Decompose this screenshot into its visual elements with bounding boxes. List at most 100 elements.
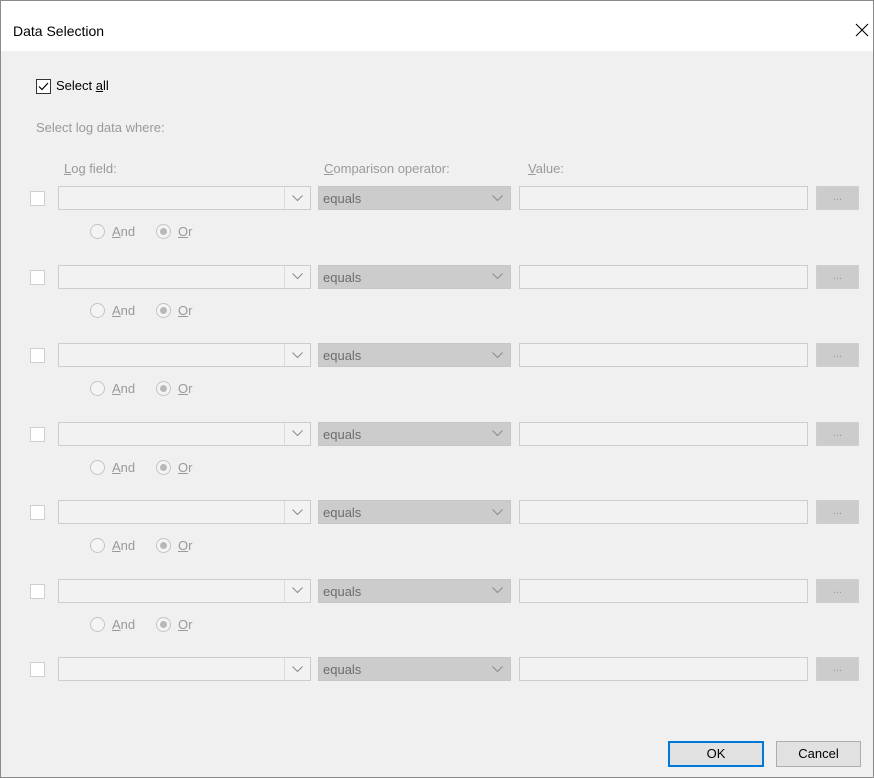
- row-enable-checkbox[interactable]: [30, 662, 45, 677]
- and-radio[interactable]: [90, 302, 105, 318]
- select-all-label[interactable]: Select all: [56, 78, 109, 93]
- and-radio[interactable]: [90, 224, 105, 239]
- comparison-operator-select[interactable]: equals: [318, 500, 511, 524]
- or-rest: r: [188, 302, 193, 318]
- and-rest: nd: [120, 538, 136, 553]
- or-accel: O: [178, 224, 189, 239]
- comparison-operator-select[interactable]: equals: [318, 421, 511, 446]
- and-radio[interactable]: [90, 616, 105, 632]
- browse-value-button[interactable]: ...: [816, 578, 859, 603]
- and-radio-label[interactable]: And: [112, 224, 135, 239]
- comparison-operator-value: equals: [323, 505, 362, 520]
- or-rest: r: [188, 538, 193, 553]
- browse-value-button[interactable]: ...: [816, 186, 859, 210]
- comparison-operator-select[interactable]: equals: [318, 578, 511, 603]
- log-field-combobox[interactable]: [58, 421, 311, 446]
- or-radio-label[interactable]: Or: [178, 538, 192, 553]
- value-input[interactable]: [519, 578, 808, 603]
- chevron-down-icon[interactable]: [285, 266, 310, 288]
- radio-selected-dot: [160, 620, 167, 628]
- and-radio-label[interactable]: And: [112, 538, 135, 553]
- or-radio[interactable]: [156, 538, 171, 553]
- chevron-down-icon[interactable]: [485, 658, 510, 680]
- log-field-combobox[interactable]: [58, 657, 311, 681]
- or-radio-label[interactable]: Or: [178, 617, 192, 632]
- title-bar: Data Selection: [1, 1, 873, 51]
- row-enable-checkbox[interactable]: [30, 505, 45, 520]
- comparison-operator-value: equals: [323, 662, 362, 677]
- and-radio[interactable]: [90, 538, 105, 553]
- and-radio-label[interactable]: And: [112, 617, 135, 632]
- and-radio[interactable]: [90, 381, 105, 396]
- comparison-operator-select[interactable]: equals: [318, 264, 511, 289]
- value-input[interactable]: [519, 500, 808, 524]
- value-input[interactable]: [519, 421, 808, 446]
- value-input[interactable]: [519, 186, 808, 210]
- value-input[interactable]: [519, 264, 808, 289]
- browse-value-button[interactable]: ...: [816, 264, 859, 289]
- or-radio-label[interactable]: Or: [178, 460, 192, 475]
- or-rest: r: [188, 381, 193, 396]
- and-or-group: And Or: [1, 538, 301, 558]
- radio-selected-dot: [160, 385, 167, 392]
- row-enable-checkbox[interactable]: [30, 269, 45, 285]
- value-rest: alue:: [535, 161, 564, 176]
- chevron-down-icon[interactable]: [285, 580, 310, 602]
- log-field-combobox[interactable]: [58, 186, 311, 210]
- chevron-down-icon[interactable]: [485, 580, 510, 602]
- cancel-button[interactable]: Cancel: [776, 741, 861, 767]
- log-field-combobox[interactable]: [58, 343, 311, 367]
- and-or-group: And Or: [1, 302, 301, 323]
- or-radio-label[interactable]: Or: [178, 224, 192, 239]
- chevron-down-icon[interactable]: [285, 501, 310, 523]
- or-radio[interactable]: [156, 459, 171, 475]
- chevron-down-icon[interactable]: [285, 423, 310, 445]
- chevron-down-icon[interactable]: [485, 266, 510, 288]
- and-radio[interactable]: [90, 459, 105, 475]
- or-accel: O: [178, 616, 189, 632]
- chevron-down-icon[interactable]: [285, 344, 310, 366]
- or-radio[interactable]: [156, 302, 171, 318]
- row-enable-checkbox[interactable]: [30, 426, 45, 442]
- comparison-operator-select[interactable]: equals: [318, 343, 511, 367]
- comparison-operator-select[interactable]: equals: [318, 186, 511, 210]
- and-or-group: And Or: [1, 224, 301, 244]
- row-enable-checkbox[interactable]: [30, 191, 45, 206]
- and-radio-label[interactable]: And: [112, 460, 135, 475]
- row-enable-checkbox[interactable]: [30, 348, 45, 363]
- and-radio-label[interactable]: And: [112, 381, 135, 396]
- browse-value-button[interactable]: ...: [816, 657, 859, 681]
- chevron-down-icon[interactable]: [285, 187, 310, 209]
- and-rest: nd: [120, 302, 136, 318]
- or-radio[interactable]: [156, 381, 171, 396]
- comparison-operator-select[interactable]: equals: [318, 657, 511, 681]
- radio-selected-dot: [160, 306, 167, 314]
- browse-value-button[interactable]: ...: [816, 421, 859, 446]
- log-field-combobox[interactable]: [58, 264, 311, 289]
- comparison-accel: C: [324, 161, 334, 176]
- select-all-checkbox[interactable]: [36, 79, 51, 94]
- value-input[interactable]: [519, 657, 808, 681]
- ok-button[interactable]: OK: [668, 741, 764, 767]
- log-field-combobox[interactable]: [58, 578, 311, 603]
- chevron-down-icon[interactable]: [485, 501, 510, 523]
- close-icon[interactable]: [851, 15, 873, 45]
- comparison-operator-value: equals: [323, 583, 362, 599]
- or-radio-label[interactable]: Or: [178, 381, 192, 396]
- comparison-operator-value: equals: [323, 191, 362, 206]
- radio-selected-dot: [160, 228, 167, 235]
- log-field-rest: og field:: [71, 161, 117, 176]
- chevron-down-icon[interactable]: [485, 187, 510, 209]
- chevron-down-icon[interactable]: [285, 658, 310, 680]
- or-radio[interactable]: [156, 616, 171, 632]
- or-radio[interactable]: [156, 224, 171, 239]
- chevron-down-icon[interactable]: [485, 423, 510, 445]
- row-enable-checkbox[interactable]: [30, 583, 45, 599]
- chevron-down-icon[interactable]: [485, 344, 510, 366]
- browse-value-button[interactable]: ...: [816, 343, 859, 367]
- and-radio-label[interactable]: And: [112, 303, 135, 318]
- log-field-combobox[interactable]: [58, 500, 311, 524]
- browse-value-button[interactable]: ...: [816, 500, 859, 524]
- value-input[interactable]: [519, 343, 808, 367]
- or-radio-label[interactable]: Or: [178, 303, 192, 318]
